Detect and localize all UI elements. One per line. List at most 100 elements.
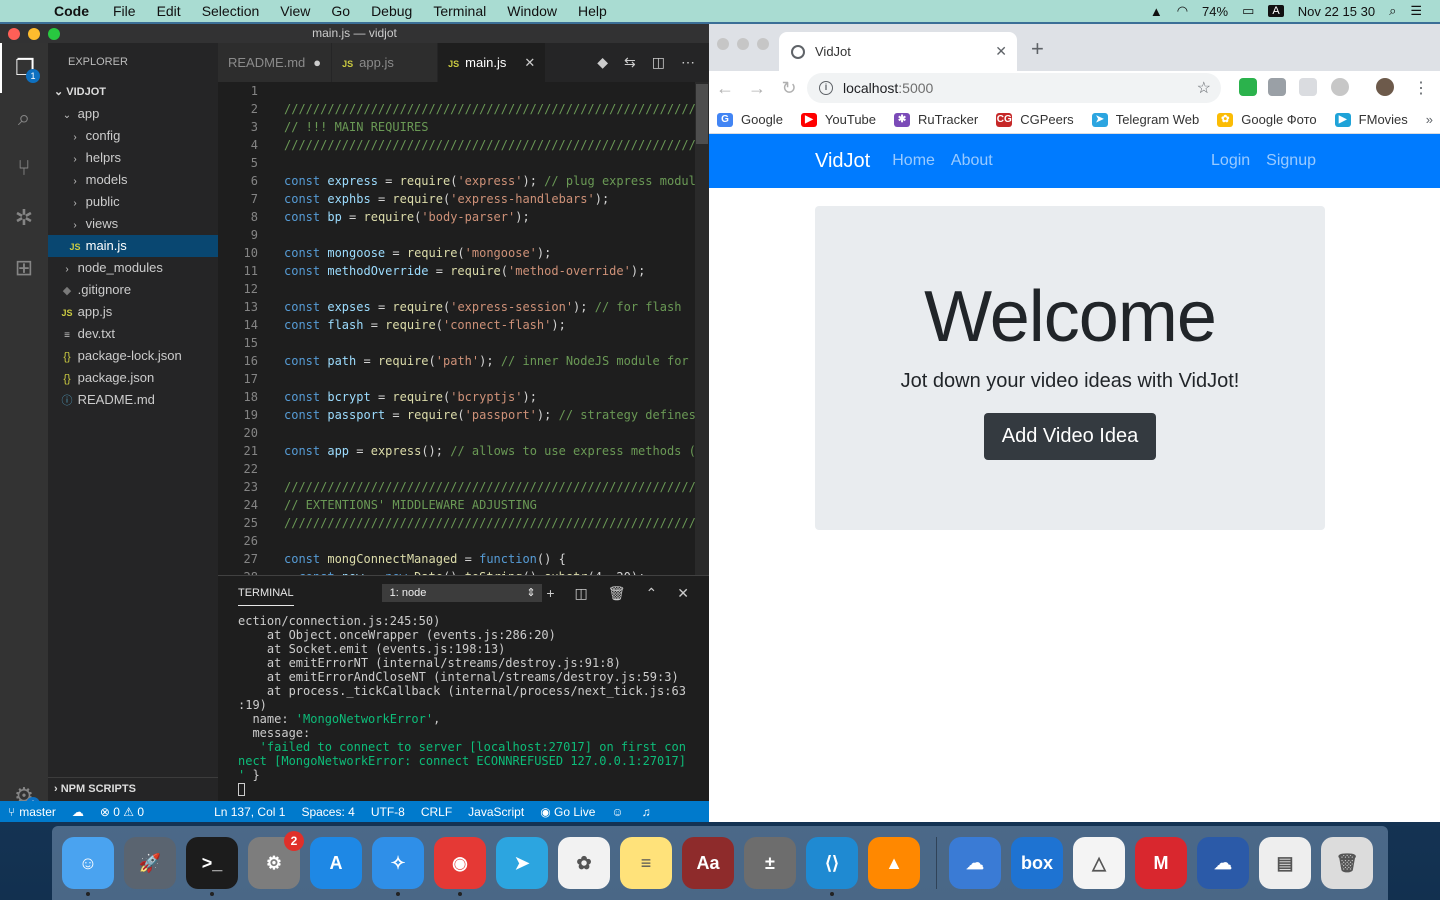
- close-window-button[interactable]: [717, 38, 729, 50]
- dock-vscode-icon[interactable]: ⟨⟩: [806, 837, 858, 896]
- tree-item-node-modules[interactable]: › node_modules: [48, 257, 218, 279]
- wifi-icon[interactable]: ◠: [1177, 3, 1188, 19]
- split-terminal-icon[interactable]: ◫: [575, 585, 588, 602]
- open-changes-icon[interactable]: ⇆: [624, 54, 636, 71]
- tree-item-config[interactable]: › config: [48, 125, 218, 147]
- notifications-bell-icon[interactable]: ♫: [642, 805, 651, 819]
- tree-item-models[interactable]: › models: [48, 169, 218, 191]
- more-bookmarks-icon[interactable]: »: [1426, 112, 1433, 127]
- debug-icon[interactable]: ✲: [0, 193, 48, 243]
- tab-app-js[interactable]: JS app.js: [332, 43, 439, 82]
- close-window-button[interactable]: [8, 28, 20, 40]
- extensions-icon[interactable]: ⊞: [0, 243, 48, 293]
- language-mode[interactable]: JavaScript: [468, 805, 524, 819]
- site-info-icon[interactable]: i: [819, 81, 833, 95]
- battery-icon[interactable]: ▭: [1242, 3, 1254, 19]
- terminal-output[interactable]: ection/connection.js:245:50) at Object.o…: [218, 610, 709, 796]
- input-source[interactable]: A: [1268, 5, 1284, 17]
- project-section-header[interactable]: ⌄ VIDJOT: [48, 81, 218, 103]
- menu-window[interactable]: Window: [507, 3, 557, 19]
- indentation[interactable]: Spaces: 4: [301, 805, 354, 819]
- vlc-status-icon[interactable]: ▲: [1150, 4, 1163, 19]
- dock-photos-icon[interactable]: ✿: [558, 837, 610, 889]
- browser-tab[interactable]: VidJot ✕: [779, 32, 1017, 71]
- chrome-menu-icon[interactable]: ⋮: [1413, 78, 1429, 98]
- battery-percent[interactable]: 74%: [1202, 4, 1228, 19]
- dock-system-preferences-icon[interactable]: ⚙ 2: [248, 831, 304, 889]
- editor-scrollbar[interactable]: [695, 82, 709, 575]
- dock-screenshot-icon[interactable]: ▤: [1259, 837, 1311, 889]
- menu-go[interactable]: Go: [331, 3, 350, 19]
- dock-app-store-icon[interactable]: A: [310, 837, 362, 889]
- menu-file[interactable]: File: [113, 3, 136, 19]
- tree-item-readme-md[interactable]: ⓘ README.md: [48, 389, 218, 411]
- panel-tab-terminal[interactable]: TERMINAL: [238, 587, 294, 606]
- dock-chrome-icon[interactable]: ◉: [434, 837, 486, 896]
- add-video-idea-button[interactable]: Add Video Idea: [983, 413, 1157, 460]
- source-control-icon[interactable]: ⑂: [0, 143, 48, 193]
- dock-launchpad-icon[interactable]: 🚀: [124, 837, 176, 889]
- dock-notes-icon[interactable]: ≡: [620, 837, 672, 889]
- address-bar[interactable]: i localhost:5000 ☆: [807, 73, 1221, 103]
- new-tab-button[interactable]: +: [1031, 36, 1044, 62]
- explorer-icon[interactable]: ❐ 1: [0, 43, 48, 93]
- end-of-line[interactable]: CRLF: [421, 805, 452, 819]
- more-actions-icon[interactable]: ⋯: [681, 54, 695, 71]
- branch-name[interactable]: master: [19, 805, 56, 819]
- forward-button[interactable]: →: [741, 78, 773, 99]
- tree-item-dev-txt[interactable]: ≡ dev.txt: [48, 323, 218, 345]
- bookmark-telegram-web[interactable]: ➤ Telegram Web: [1091, 112, 1199, 127]
- extension-icon[interactable]: [1299, 78, 1317, 96]
- dock-dictionary-icon[interactable]: Aa: [682, 837, 734, 889]
- tab-readme[interactable]: README.md ●: [218, 43, 333, 82]
- problems-count[interactable]: ⊗ 0 ⚠ 0: [100, 805, 144, 819]
- extension-icon[interactable]: [1331, 78, 1349, 96]
- nav-login[interactable]: Login: [1211, 152, 1250, 170]
- tree-item-app-js[interactable]: JS app.js: [48, 301, 218, 323]
- bookmark-star-icon[interactable]: ☆: [1197, 78, 1211, 98]
- tree-item-main-js[interactable]: JS main.js: [48, 235, 218, 257]
- menu-edit[interactable]: Edit: [157, 3, 181, 19]
- dock-safari-icon[interactable]: ✧: [372, 837, 424, 896]
- nav-signup[interactable]: Signup: [1266, 152, 1316, 170]
- kill-terminal-icon[interactable]: 🗑: [608, 585, 626, 602]
- tree-item-public[interactable]: › public: [48, 191, 218, 213]
- extension-icon[interactable]: [1268, 78, 1286, 96]
- go-live-button[interactable]: ◉ Go Live: [540, 805, 595, 819]
- menu-help[interactable]: Help: [578, 3, 607, 19]
- dock-google-drive-icon[interactable]: △: [1073, 837, 1125, 889]
- menu-view[interactable]: View: [280, 3, 310, 19]
- zoom-window-button[interactable]: [757, 38, 769, 50]
- dock-terminal-icon[interactable]: >_: [186, 837, 238, 896]
- minimize-window-button[interactable]: [737, 38, 749, 50]
- reload-button[interactable]: ↻: [773, 78, 805, 99]
- bookmark-fmovies[interactable]: ▶ FMovies: [1334, 112, 1408, 127]
- code-editor[interactable]: 1 2//////////////////////////////////////…: [218, 82, 709, 575]
- bookmark-google-[interactable]: ✿ Google Фото: [1217, 112, 1317, 127]
- npm-scripts-section[interactable]: › NPM SCRIPTS: [48, 777, 218, 801]
- menu-debug[interactable]: Debug: [371, 3, 412, 19]
- terminal-select[interactable]: 1: node ⇕: [381, 584, 542, 602]
- dock-trash-icon[interactable]: 🗑: [1321, 837, 1373, 889]
- nav-home[interactable]: Home: [892, 152, 935, 170]
- maximize-panel-icon[interactable]: ⌃: [646, 585, 658, 602]
- dock-calculator-icon[interactable]: ±: [744, 837, 796, 889]
- clock[interactable]: Nov 22 15 30: [1298, 4, 1375, 19]
- bookmark-google[interactable]: G Google: [717, 112, 783, 127]
- tree-item-views[interactable]: › views: [48, 213, 218, 235]
- spotlight-search-icon[interactable]: ⌕: [1389, 3, 1396, 19]
- search-icon[interactable]: ⌕: [0, 93, 48, 143]
- tree-item-package-lock-json[interactable]: {} package-lock.json: [48, 345, 218, 367]
- cursor-position[interactable]: Ln 137, Col 1: [214, 805, 285, 819]
- close-panel-icon[interactable]: ✕: [677, 585, 689, 602]
- bookmark-cgpeers[interactable]: CG CGPeers: [996, 112, 1074, 127]
- zoom-window-button[interactable]: [48, 28, 60, 40]
- git-branch-icon[interactable]: ⑂: [8, 805, 15, 819]
- minimize-window-button[interactable]: [28, 28, 40, 40]
- dock-mega-icon[interactable]: M: [1135, 837, 1187, 889]
- bookmark-youtube[interactable]: ▶ YouTube: [800, 112, 876, 127]
- dock-finder-icon[interactable]: ☺: [62, 837, 114, 896]
- dock-icloud-icon[interactable]: ☁: [949, 837, 1001, 889]
- dock-box-icon[interactable]: box: [1011, 837, 1063, 889]
- split-editor-icon[interactable]: ◫: [652, 54, 665, 71]
